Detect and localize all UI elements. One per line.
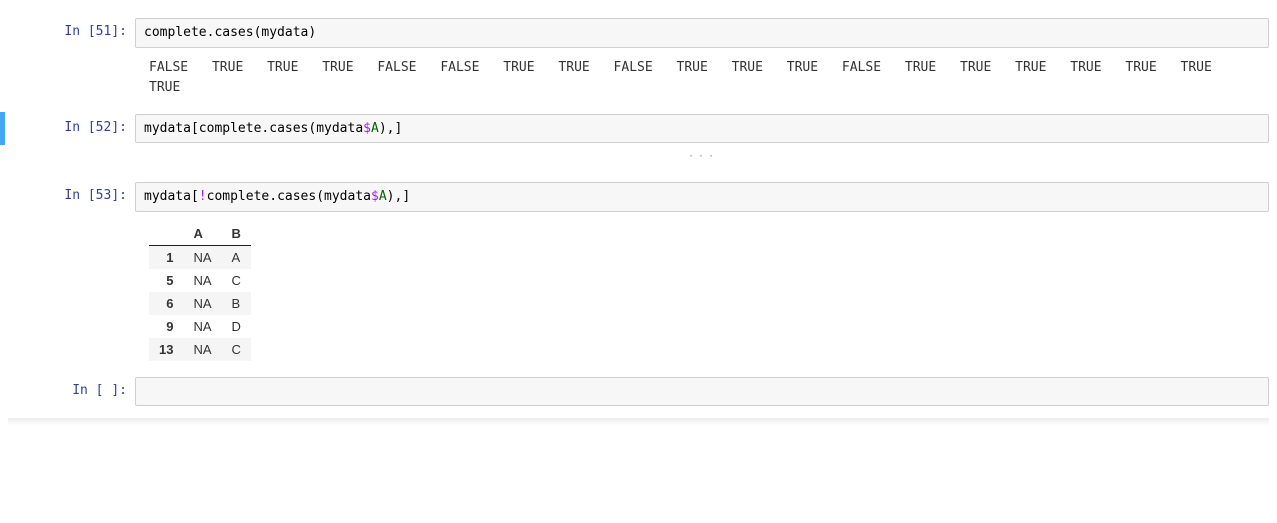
code-token: [ bbox=[191, 189, 199, 204]
code-token: ! bbox=[199, 189, 207, 204]
code-token: A bbox=[371, 121, 379, 136]
code-token: [ bbox=[191, 121, 199, 136]
code-input[interactable]: mydata[!complete.cases(mydata$A),] bbox=[135, 182, 1269, 212]
table-row: 6 NA B bbox=[149, 292, 251, 315]
code-token: complete.cases bbox=[199, 121, 309, 136]
cell-B: B bbox=[222, 292, 251, 315]
code-token: ) bbox=[379, 121, 387, 136]
row-index: 5 bbox=[149, 269, 183, 292]
notebook-container: In [51]: complete.cases(mydata) . FALSE … bbox=[0, 0, 1277, 432]
table-col-B: B bbox=[222, 222, 251, 246]
cell-A: NA bbox=[183, 315, 221, 338]
table-row: 1 NA A bbox=[149, 245, 251, 269]
code-token: complete.cases bbox=[144, 25, 254, 40]
table-col-A: A bbox=[183, 222, 221, 246]
cell-A: NA bbox=[183, 292, 221, 315]
text-output: FALSE TRUE TRUE TRUE FALSE FALSE TRUE TR… bbox=[135, 54, 1271, 102]
collapsed-output-ellipsis: ··· bbox=[135, 149, 1271, 164]
code-token: mydata bbox=[144, 121, 191, 136]
table-row: 13 NA C bbox=[149, 338, 251, 361]
code-input[interactable] bbox=[135, 377, 1269, 407]
dataframe-output: A B 1 NA A 5 NA C 6 bbox=[135, 218, 1271, 365]
code-token: mydata bbox=[144, 189, 191, 204]
output-cell-52: . ··· bbox=[0, 149, 1277, 174]
cell-A: NA bbox=[183, 338, 221, 361]
table-header-row: A B bbox=[149, 222, 251, 246]
cell-A: NA bbox=[183, 269, 221, 292]
code-token: $ bbox=[363, 121, 371, 136]
cell-B: C bbox=[222, 338, 251, 361]
code-token: ( bbox=[316, 189, 324, 204]
output-cell-51: . FALSE TRUE TRUE TRUE FALSE FALSE TRUE … bbox=[0, 54, 1277, 106]
code-token: ) bbox=[308, 25, 316, 40]
code-token: ] bbox=[394, 121, 402, 136]
code-input[interactable]: mydata[complete.cases(mydata$A),] bbox=[135, 114, 1269, 144]
code-cell-53[interactable]: In [53]: mydata[!complete.cases(mydata$A… bbox=[0, 180, 1277, 214]
output-cell-53: . A B 1 NA A 5 bbox=[0, 218, 1277, 369]
table-row: 9 NA D bbox=[149, 315, 251, 338]
table-row: 5 NA C bbox=[149, 269, 251, 292]
cell-A: NA bbox=[183, 245, 221, 269]
input-prompt: In [ ]: bbox=[5, 377, 135, 398]
code-token: mydata bbox=[324, 189, 371, 204]
output-table: A B 1 NA A 5 NA C 6 bbox=[149, 222, 251, 361]
row-index: 6 bbox=[149, 292, 183, 315]
cell-B: C bbox=[222, 269, 251, 292]
row-index: 1 bbox=[149, 245, 183, 269]
input-prompt: In [53]: bbox=[5, 182, 135, 203]
code-cell-52[interactable]: In [52]: mydata[complete.cases(mydata$A)… bbox=[0, 112, 1277, 146]
input-prompt: In [51]: bbox=[5, 18, 135, 39]
code-cell-empty[interactable]: In [ ]: bbox=[0, 375, 1277, 409]
code-token: ] bbox=[402, 189, 410, 204]
code-input[interactable]: complete.cases(mydata) bbox=[135, 18, 1269, 48]
code-cell-51[interactable]: In [51]: complete.cases(mydata) bbox=[0, 16, 1277, 50]
cell-B: A bbox=[222, 245, 251, 269]
code-token: mydata bbox=[316, 121, 363, 136]
row-index: 13 bbox=[149, 338, 183, 361]
code-token: mydata bbox=[261, 25, 308, 40]
code-token: A bbox=[379, 189, 387, 204]
code-token: $ bbox=[371, 189, 379, 204]
row-index: 9 bbox=[149, 315, 183, 338]
input-prompt: In [52]: bbox=[5, 114, 135, 135]
table-index-header bbox=[149, 222, 183, 246]
cell-B: D bbox=[222, 315, 251, 338]
code-token: complete.cases bbox=[207, 189, 317, 204]
